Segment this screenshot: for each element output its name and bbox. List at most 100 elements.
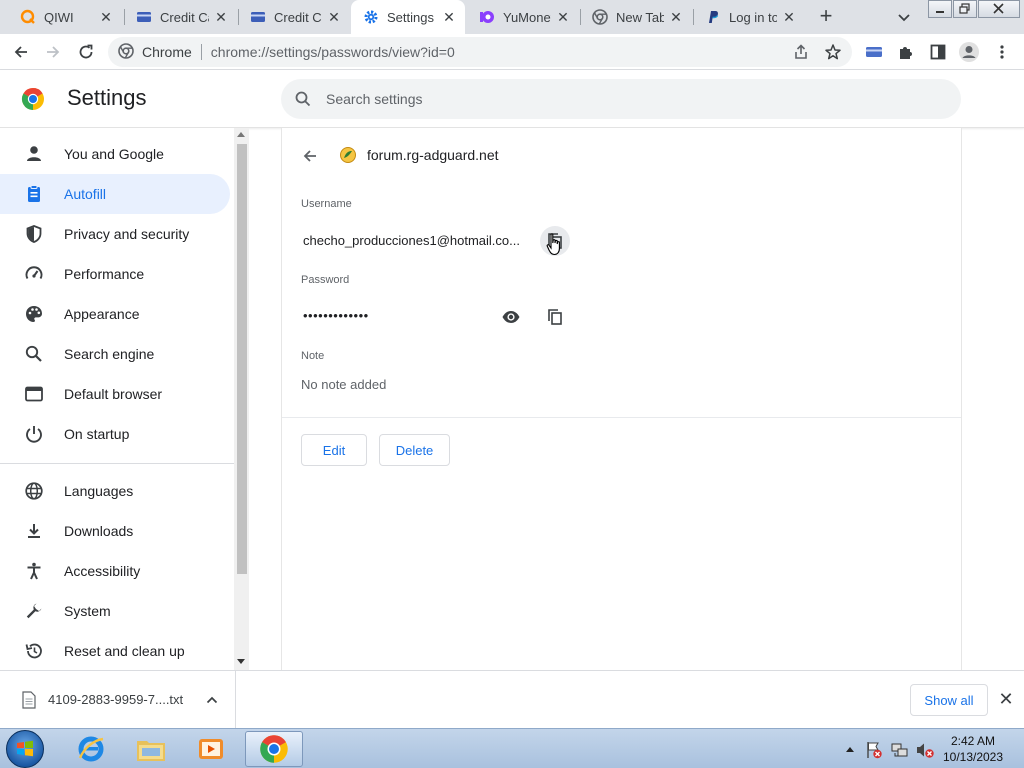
tab-yumoney[interactable]: YuMoney ✕ — [467, 0, 579, 34]
sidebar-item-search-engine[interactable]: Search engine — [0, 334, 230, 374]
sidebar-item-default-browser[interactable]: Default browser — [0, 374, 230, 414]
taskbar-internet-explorer[interactable] — [62, 731, 120, 767]
sidebar-item-autofill[interactable]: Autofill — [0, 174, 230, 214]
profile-avatar-icon[interactable] — [958, 41, 980, 63]
new-tab-button[interactable]: + — [815, 5, 837, 28]
search-icon — [295, 91, 311, 107]
paypal-icon — [705, 9, 721, 25]
bookmark-star-icon[interactable] — [822, 41, 844, 63]
sidebar-item-reset-and-clean-up[interactable]: Reset and clean up — [0, 631, 230, 670]
taskbar-clock[interactable]: 2:42 AM 10/13/2023 — [940, 733, 1006, 765]
hand-cursor-icon — [546, 233, 560, 256]
edit-button[interactable]: Edit — [301, 434, 367, 466]
reload-icon[interactable] — [75, 41, 97, 63]
show-password-button[interactable] — [496, 302, 526, 332]
yumoney-icon — [479, 9, 495, 25]
chrome-icon — [118, 42, 134, 62]
sidebar-item-you-and-google[interactable]: You and Google — [0, 134, 230, 174]
person-icon — [24, 144, 44, 164]
download-item[interactable]: 4109-2883-9959-7....txt — [0, 671, 236, 728]
window-close-button[interactable] — [978, 0, 1020, 18]
tab-paypal[interactable]: Log in to ✕ — [693, 0, 805, 34]
close-icon[interactable]: ✕ — [668, 9, 684, 25]
sidebar-item-accessibility[interactable]: Accessibility — [0, 551, 230, 591]
menu-kebab-icon[interactable] — [991, 41, 1013, 63]
search-icon — [24, 344, 44, 364]
action-center-flag-icon[interactable] — [864, 740, 884, 760]
note-value: No note added — [301, 377, 387, 392]
close-shelf-icon[interactable]: ✕ — [996, 689, 1016, 709]
show-hidden-icons-icon[interactable] — [845, 745, 855, 753]
sidebar-item-system[interactable]: System — [0, 591, 230, 631]
tab-title: Credit Ca — [160, 9, 209, 25]
tab-search-chevron-icon[interactable] — [895, 8, 913, 26]
back-button[interactable] — [298, 144, 322, 168]
close-icon[interactable]: ✕ — [441, 9, 457, 25]
tab-title: QIWI — [44, 9, 74, 25]
settings-sidebar: You and Google Autofill Privacy and secu… — [0, 128, 234, 670]
share-icon[interactable] — [790, 41, 812, 63]
sidebar-item-downloads[interactable]: Downloads — [0, 511, 230, 551]
globe-icon — [24, 481, 44, 501]
sidebar-item-privacy-and-security[interactable]: Privacy and security — [0, 214, 230, 254]
password-value: ••••••••••••• — [303, 308, 369, 323]
tab-settings[interactable]: Settings ✕ — [351, 0, 465, 34]
sidebar-item-label: Downloads — [64, 523, 134, 539]
tab-new-tab[interactable]: New Tab ✕ — [580, 0, 692, 34]
delete-button[interactable]: Delete — [379, 434, 450, 466]
site-chip[interactable]: Chrome — [118, 42, 192, 62]
scroll-down-arrow-icon[interactable] — [237, 659, 245, 664]
reset-icon — [24, 641, 44, 661]
sidebar-item-appearance[interactable]: Appearance — [0, 294, 230, 334]
card-extension-icon[interactable] — [863, 41, 885, 63]
close-icon[interactable]: ✕ — [98, 9, 114, 25]
show-all-button[interactable]: Show all — [910, 684, 988, 716]
taskbar-media-player[interactable] — [182, 731, 240, 767]
scroll-up-arrow-icon[interactable] — [237, 132, 245, 137]
back-arrow-icon[interactable] — [10, 41, 32, 63]
omnibox-separator — [200, 44, 202, 60]
close-icon[interactable]: ✕ — [555, 9, 571, 25]
side-panel-icon[interactable] — [927, 41, 949, 63]
restore-button[interactable] — [953, 0, 977, 18]
sidebar-scrollbar[interactable] — [234, 128, 249, 670]
close-icon[interactable]: ✕ — [326, 9, 342, 25]
settings-search-bar[interactable] — [281, 79, 961, 119]
copy-password-button[interactable] — [540, 302, 570, 332]
address-bar[interactable]: Chrome chrome://settings/passwords/view?… — [108, 37, 852, 67]
search-input[interactable] — [326, 91, 926, 107]
download-shelf: 4109-2883-9959-7....txt Show all ✕ — [0, 670, 1024, 728]
scrollbar-thumb[interactable] — [237, 144, 247, 574]
tab-title: Log in to — [729, 9, 777, 25]
chevron-up-icon[interactable] — [205, 693, 219, 707]
taskbar-chrome[interactable] — [245, 731, 303, 767]
tab-credit-card-2[interactable]: Credit Ca ✕ — [238, 0, 350, 34]
tab-strip: QIWI ✕ Credit Ca ✕ Credit Ca ✕ Settings … — [0, 0, 1024, 34]
start-button[interactable] — [6, 730, 44, 768]
minimize-button[interactable] — [928, 0, 952, 18]
sidebar-item-languages[interactable]: Languages — [0, 471, 230, 511]
windows-logo-icon — [17, 740, 33, 757]
tab-credit-card-1[interactable]: Credit Ca ✕ — [124, 0, 237, 34]
network-icon[interactable] — [890, 740, 910, 760]
volume-muted-icon[interactable] — [915, 740, 935, 760]
taskbar-explorer[interactable] — [122, 731, 180, 767]
extensions-puzzle-icon[interactable] — [895, 41, 917, 63]
clock-date: 10/13/2023 — [942, 750, 1004, 764]
tab-qiwi[interactable]: QIWI ✕ — [8, 0, 122, 34]
sidebar-item-label: Reset and clean up — [64, 643, 185, 659]
sidebar-item-on-startup[interactable]: On startup — [0, 414, 230, 454]
sidebar-item-performance[interactable]: Performance — [0, 254, 230, 294]
chip-label: Chrome — [142, 44, 192, 60]
sidebar-item-label: Privacy and security — [64, 226, 190, 242]
accessibility-icon — [24, 561, 44, 581]
download-filename: 4109-2883-9959-7....txt — [48, 692, 184, 707]
site-favicon-icon — [339, 146, 357, 164]
chrome-icon — [592, 9, 608, 25]
sidebar-item-label: Appearance — [64, 306, 140, 322]
tab-title: Credit Ca — [274, 9, 322, 25]
close-icon[interactable]: ✕ — [213, 9, 229, 25]
close-icon[interactable]: ✕ — [781, 9, 797, 25]
forward-arrow-icon[interactable] — [42, 41, 64, 63]
sidebar-item-label: On startup — [64, 426, 130, 442]
